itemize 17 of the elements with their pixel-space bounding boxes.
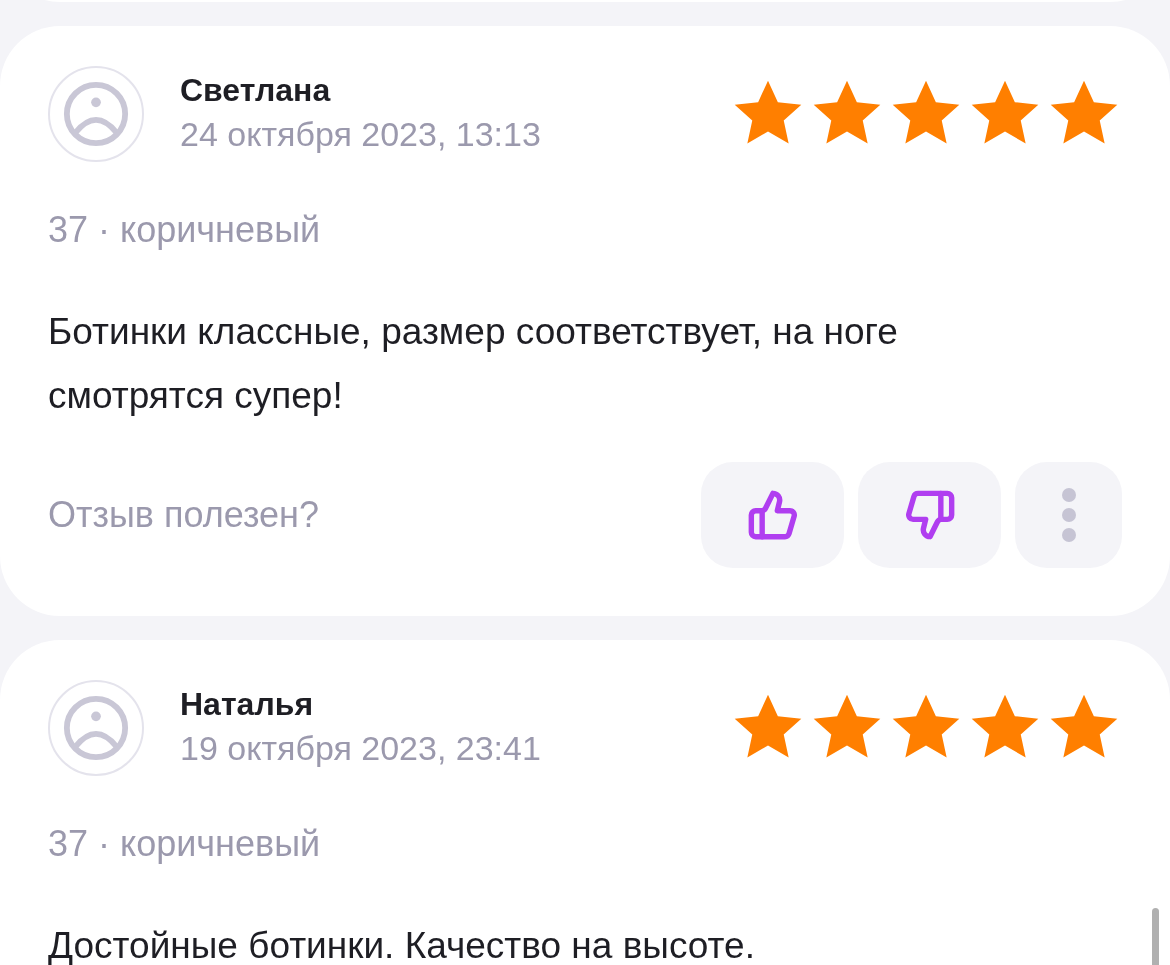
- more-icon: [1060, 487, 1077, 543]
- variant-text: 37 · коричневый: [48, 208, 322, 252]
- author-name: Наталья: [180, 685, 315, 724]
- thumbs-up-icon: [746, 489, 799, 541]
- review-date: 24 октября 2023, 13:13: [180, 114, 541, 155]
- review-text: Ботинки классные, размер соответствует, на ноге смотрятся супер!: [48, 310, 899, 418]
- dislike-button[interactable]: [858, 462, 1001, 568]
- helpful-prompt: Отзыв полезен?: [48, 493, 319, 537]
- author-name: Светлана: [180, 71, 332, 110]
- like-button[interactable]: [701, 462, 844, 568]
- variant-text: 37 · коричневый: [48, 822, 322, 866]
- review-text: Достойные ботинки. Качество на высоте.: [48, 924, 756, 965]
- thumbs-down-icon: [903, 489, 956, 541]
- review-date: 19 октября 2023, 23:41: [180, 728, 541, 769]
- avatar-icon: [62, 80, 130, 148]
- scrollbar: [1152, 908, 1159, 965]
- avatar-icon: [62, 694, 130, 762]
